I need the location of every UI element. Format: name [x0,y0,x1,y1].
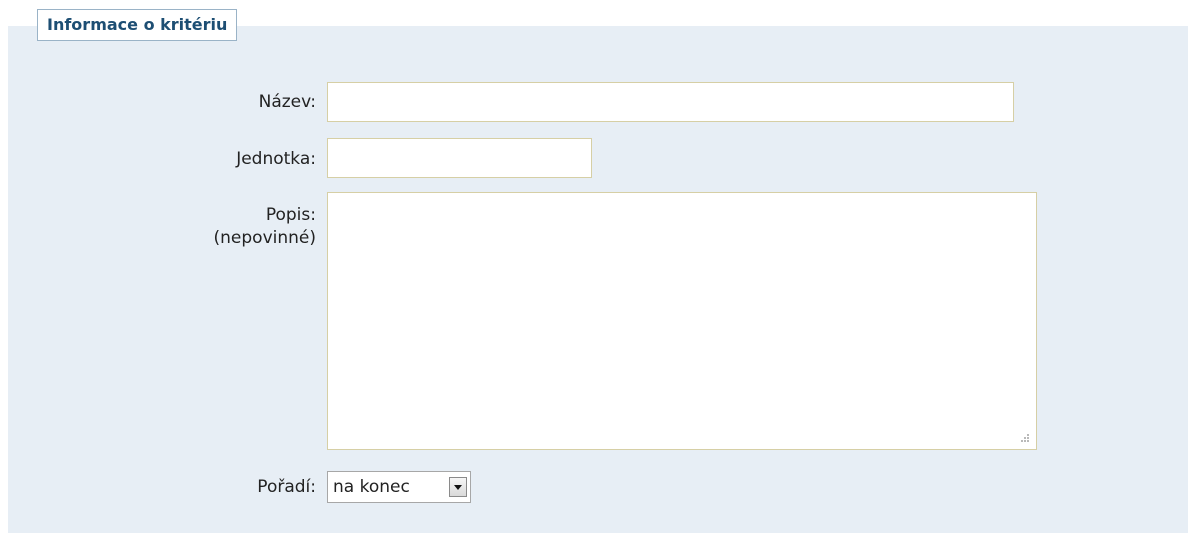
unit-label: Jednotka: [236,149,316,169]
name-input[interactable] [327,82,1014,122]
description-textarea[interactable] [327,192,1037,450]
description-label: Popis: (nepovinné) [214,204,316,250]
description-label-title: Popis: [265,205,316,225]
panel-legend: Informace o kritériu [37,9,238,41]
description-label-optional: (nepovinné) [213,228,316,248]
order-label: Pořadí: [257,477,316,497]
order-select-value: na konec [333,477,410,497]
chevron-down-icon [454,485,462,490]
order-select[interactable]: na konec [327,471,471,503]
name-label: Název: [258,92,316,112]
order-dropdown-button[interactable] [449,477,467,497]
unit-input[interactable] [327,138,592,178]
resize-grip-icon[interactable] [1016,432,1030,446]
